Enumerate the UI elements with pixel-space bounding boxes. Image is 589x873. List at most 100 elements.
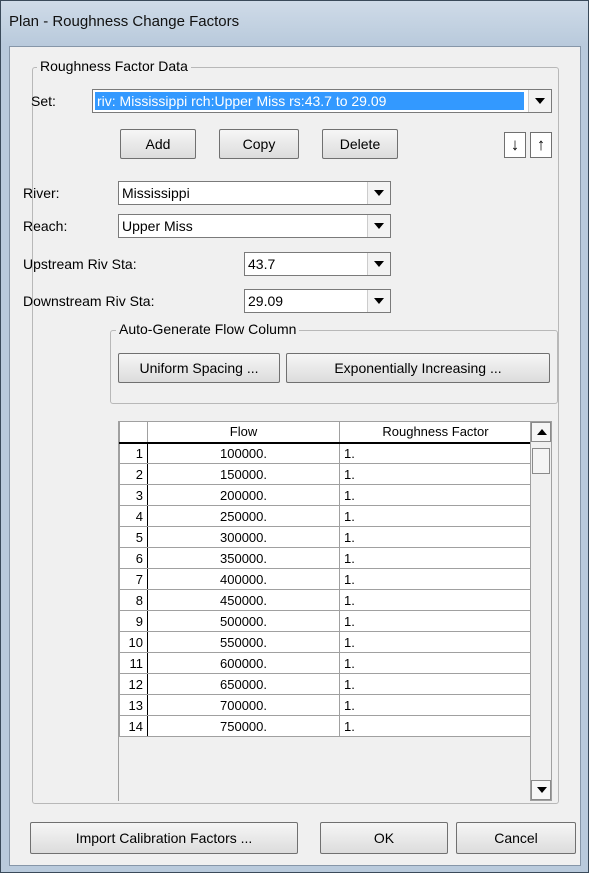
row-number-header — [119, 421, 148, 444]
downstream-dropdown-arrow[interactable] — [367, 290, 390, 312]
roughness-factor-cell[interactable]: 1. — [339, 463, 531, 485]
grid-vertical-scrollbar[interactable] — [530, 421, 552, 801]
flow-column-header: Flow — [147, 421, 340, 444]
row-number: 12 — [119, 673, 148, 695]
scroll-up-icon[interactable] — [531, 422, 551, 442]
table-row[interactable]: 13 700000. 1. — [119, 694, 531, 716]
roughness-factor-cell[interactable]: 1. — [339, 694, 531, 716]
table-row[interactable]: 2 150000. 1. — [119, 463, 531, 485]
river-dropdown-arrow[interactable] — [367, 182, 390, 204]
flow-cell[interactable]: 100000. — [147, 442, 340, 464]
row-number: 2 — [119, 463, 148, 485]
flow-cell[interactable]: 200000. — [147, 484, 340, 506]
roughness-factor-cell[interactable]: 1. — [339, 505, 531, 527]
row-number: 1 — [119, 442, 148, 464]
roughness-factor-cell[interactable]: 1. — [339, 484, 531, 506]
move-up-icon[interactable]: ↑ — [530, 132, 552, 158]
flow-cell[interactable]: 150000. — [147, 463, 340, 485]
table-row[interactable]: 8 450000. 1. — [119, 589, 531, 611]
scroll-thumb[interactable] — [532, 448, 550, 474]
downstream-value: 29.09 — [248, 293, 284, 309]
table-row[interactable]: 9 500000. 1. — [119, 610, 531, 632]
flow-cell[interactable]: 300000. — [147, 526, 340, 548]
ok-button[interactable]: OK — [320, 822, 448, 854]
uniform-spacing-button[interactable]: Uniform Spacing ... — [118, 353, 280, 383]
row-number: 5 — [119, 526, 148, 548]
roughness-factor-group-label: Roughness Factor Data — [37, 58, 191, 74]
downstream-dropdown[interactable]: 29.09 — [244, 289, 391, 313]
delete-button[interactable]: Delete — [322, 129, 398, 159]
reach-label: Reach: — [23, 218, 68, 234]
row-number: 11 — [119, 652, 148, 674]
row-number: 4 — [119, 505, 148, 527]
flow-cell[interactable]: 550000. — [147, 631, 340, 653]
dialog-body: Roughness Factor Data Set: riv: Mississi… — [9, 46, 581, 866]
table-row[interactable]: 1 100000. 1. — [119, 442, 531, 464]
grid-header-row: Flow Roughness Factor — [119, 421, 531, 444]
dialog-window: Plan - Roughness Change Factors Roughnes… — [0, 0, 589, 873]
river-label: River: — [23, 185, 60, 201]
table-row[interactable]: 7 400000. 1. — [119, 568, 531, 590]
row-number: 7 — [119, 568, 148, 590]
flow-cell[interactable]: 650000. — [147, 673, 340, 695]
river-value: Mississippi — [122, 185, 190, 201]
title-bar[interactable]: Plan - Roughness Change Factors — [1, 1, 588, 39]
table-row[interactable]: 10 550000. 1. — [119, 631, 531, 653]
table-row[interactable]: 12 650000. 1. — [119, 673, 531, 695]
import-calibration-button[interactable]: Import Calibration Factors ... — [30, 822, 298, 854]
row-number: 9 — [119, 610, 148, 632]
flow-cell[interactable]: 450000. — [147, 589, 340, 611]
move-down-icon[interactable]: ↓ — [504, 132, 526, 158]
roughness-factor-cell[interactable]: 1. — [339, 715, 531, 737]
row-number: 3 — [119, 484, 148, 506]
table-row[interactable]: 14 750000. 1. — [119, 715, 531, 737]
roughness-factor-cell[interactable]: 1. — [339, 526, 531, 548]
table-row[interactable]: 4 250000. 1. — [119, 505, 531, 527]
row-number: 14 — [119, 715, 148, 737]
add-button[interactable]: Add — [120, 129, 196, 159]
reach-dropdown[interactable]: Upper Miss — [118, 214, 391, 238]
row-number: 8 — [119, 589, 148, 611]
reach-value: Upper Miss — [122, 218, 193, 234]
autogen-group-label: Auto-Generate Flow Column — [116, 321, 300, 337]
reach-dropdown-arrow[interactable] — [367, 215, 390, 237]
flow-cell[interactable]: 600000. — [147, 652, 340, 674]
roughness-factor-column-header: Roughness Factor — [339, 421, 531, 444]
scroll-down-icon[interactable] — [531, 780, 551, 800]
roughness-factor-cell[interactable]: 1. — [339, 652, 531, 674]
roughness-factor-cell[interactable]: 1. — [339, 589, 531, 611]
flow-cell[interactable]: 700000. — [147, 694, 340, 716]
river-dropdown[interactable]: Mississippi — [118, 181, 391, 205]
upstream-dropdown[interactable]: 43.7 — [244, 252, 391, 276]
cancel-button[interactable]: Cancel — [456, 822, 576, 854]
roughness-factor-cell[interactable]: 1. — [339, 610, 531, 632]
roughness-factor-cell[interactable]: 1. — [339, 442, 531, 464]
roughness-factor-cell[interactable]: 1. — [339, 673, 531, 695]
set-value: riv: Mississippi rch:Upper Miss rs:43.7 … — [95, 92, 524, 110]
table-row[interactable]: 5 300000. 1. — [119, 526, 531, 548]
table-row[interactable]: 6 350000. 1. — [119, 547, 531, 569]
downstream-label: Downstream Riv Sta: — [23, 293, 155, 309]
set-dropdown[interactable]: riv: Mississippi rch:Upper Miss rs:43.7 … — [92, 89, 552, 113]
flow-cell[interactable]: 500000. — [147, 610, 340, 632]
flow-cell[interactable]: 400000. — [147, 568, 340, 590]
row-number: 6 — [119, 547, 148, 569]
table-row[interactable]: 3 200000. 1. — [119, 484, 531, 506]
roughness-factor-cell[interactable]: 1. — [339, 631, 531, 653]
flow-grid[interactable]: Flow Roughness Factor 1 100000. 1. 2 150000… — [118, 421, 531, 801]
copy-button[interactable]: Copy — [219, 129, 299, 159]
flow-cell[interactable]: 250000. — [147, 505, 340, 527]
exponentially-increasing-button[interactable]: Exponentially Increasing ... — [286, 353, 550, 383]
set-dropdown-arrow[interactable] — [528, 90, 551, 112]
flow-cell[interactable]: 350000. — [147, 547, 340, 569]
upstream-dropdown-arrow[interactable] — [367, 253, 390, 275]
set-label: Set: — [31, 93, 56, 109]
flow-cell[interactable]: 750000. — [147, 715, 340, 737]
row-number: 10 — [119, 631, 148, 653]
roughness-factor-cell[interactable]: 1. — [339, 547, 531, 569]
window-title: Plan - Roughness Change Factors — [9, 13, 240, 30]
roughness-factor-cell[interactable]: 1. — [339, 568, 531, 590]
row-number: 13 — [119, 694, 148, 716]
upstream-value: 43.7 — [248, 256, 276, 272]
table-row[interactable]: 11 600000. 1. — [119, 652, 531, 674]
